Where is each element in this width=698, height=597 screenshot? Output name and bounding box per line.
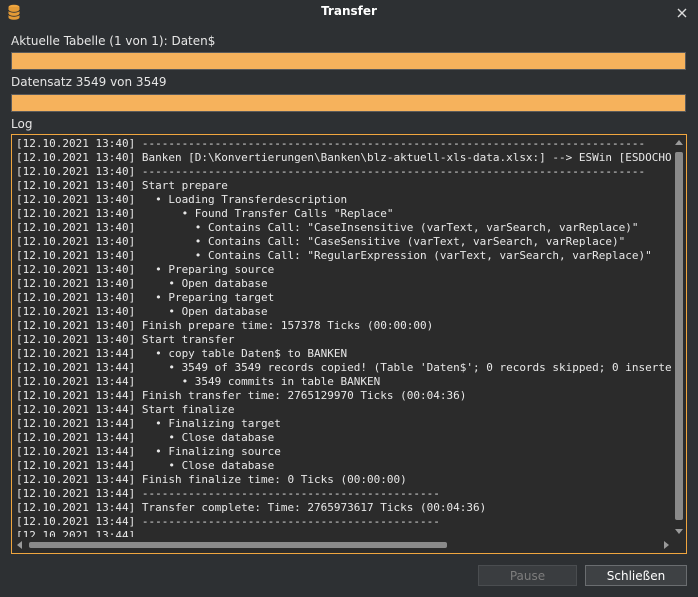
pause-button[interactable]: Pause xyxy=(478,565,577,586)
log-line: [12.10.2021 13:40] • Contains Call: "Cas… xyxy=(16,221,639,234)
title-bar: Transfer xyxy=(0,0,698,24)
table-progress-label: Aktuelle Tabelle (1 von 1): Daten$ xyxy=(11,34,216,48)
log-line: [12.10.2021 13:40] • Open database xyxy=(16,305,268,318)
log-line: [12.10.2021 13:44] • copy table Daten$ t… xyxy=(16,347,348,360)
log-line: [12.10.2021 13:44] xyxy=(16,529,136,537)
log-line: [12.10.2021 13:44] ---------------------… xyxy=(16,515,440,528)
log-line: [12.10.2021 13:40] Start prepare xyxy=(16,179,228,192)
scroll-up-icon[interactable] xyxy=(675,140,683,145)
log-line: [12.10.2021 13:40] • Open database xyxy=(16,277,268,290)
log-line: [12.10.2021 13:44] • Close database xyxy=(16,459,275,472)
close-button[interactable]: Schließen xyxy=(585,565,687,586)
log-line: [12.10.2021 13:44] ---------------------… xyxy=(16,487,440,500)
log-panel[interactable]: [12.10.2021 13:40] ---------------------… xyxy=(11,134,687,554)
vertical-scrollbar[interactable] xyxy=(673,136,685,538)
window-title: Transfer xyxy=(321,4,377,18)
record-progress-bar xyxy=(11,94,686,112)
table-progress-fill xyxy=(12,53,685,69)
log-line: [12.10.2021 13:44] Finish transfer time:… xyxy=(16,389,467,402)
log-content: [12.10.2021 13:40] ---------------------… xyxy=(16,137,672,537)
record-progress-label: Datensatz 3549 von 3549 xyxy=(11,75,167,89)
close-window-button[interactable] xyxy=(672,2,692,22)
log-line: [12.10.2021 13:40] • Preparing source xyxy=(16,263,275,276)
log-line: [12.10.2021 13:44] • Close database xyxy=(16,431,275,444)
log-line: [12.10.2021 13:44] • Finalizing source xyxy=(16,445,281,458)
record-progress-fill xyxy=(12,95,685,111)
log-line: [12.10.2021 13:40] • Contains Call: "Reg… xyxy=(16,249,652,262)
log-line: [12.10.2021 13:40] • Found Transfer Call… xyxy=(16,207,394,220)
log-line: [12.10.2021 13:40] Finish prepare time: … xyxy=(16,319,434,332)
scroll-right-icon[interactable] xyxy=(664,541,669,549)
log-line: [12.10.2021 13:44] Transfer complete: Ti… xyxy=(16,501,487,514)
log-line: [12.10.2021 13:44] Start finalize xyxy=(16,403,235,416)
table-progress-bar xyxy=(11,52,686,70)
log-line: [12.10.2021 13:44] Finish finalize time:… xyxy=(16,473,407,486)
close-icon xyxy=(677,3,687,22)
log-line: [12.10.2021 13:40] ---------------------… xyxy=(16,165,646,178)
vertical-scroll-thumb[interactable] xyxy=(675,152,683,520)
log-line: [12.10.2021 13:44] • 3549 commits in tab… xyxy=(16,375,381,388)
scroll-down-icon[interactable] xyxy=(675,529,683,534)
log-line: [12.10.2021 13:44] • 3549 of 3549 record… xyxy=(16,361,672,374)
log-line: [12.10.2021 13:40] • Loading Transferdes… xyxy=(16,193,348,206)
scroll-left-icon[interactable] xyxy=(17,541,22,549)
log-line: [12.10.2021 13:40] • Preparing target xyxy=(16,291,275,304)
log-line: [12.10.2021 13:40] Banken [D:\Konvertier… xyxy=(16,151,672,164)
horizontal-scroll-thumb[interactable] xyxy=(29,542,447,548)
log-line: [12.10.2021 13:40] ---------------------… xyxy=(16,137,646,150)
log-line: [12.10.2021 13:44] • Finalizing target xyxy=(16,417,281,430)
log-line: [12.10.2021 13:40] Start transfer xyxy=(16,333,235,346)
horizontal-scrollbar[interactable] xyxy=(13,538,673,552)
log-label: Log xyxy=(11,117,33,131)
log-line: [12.10.2021 13:40] • Contains Call: "Cas… xyxy=(16,235,626,248)
